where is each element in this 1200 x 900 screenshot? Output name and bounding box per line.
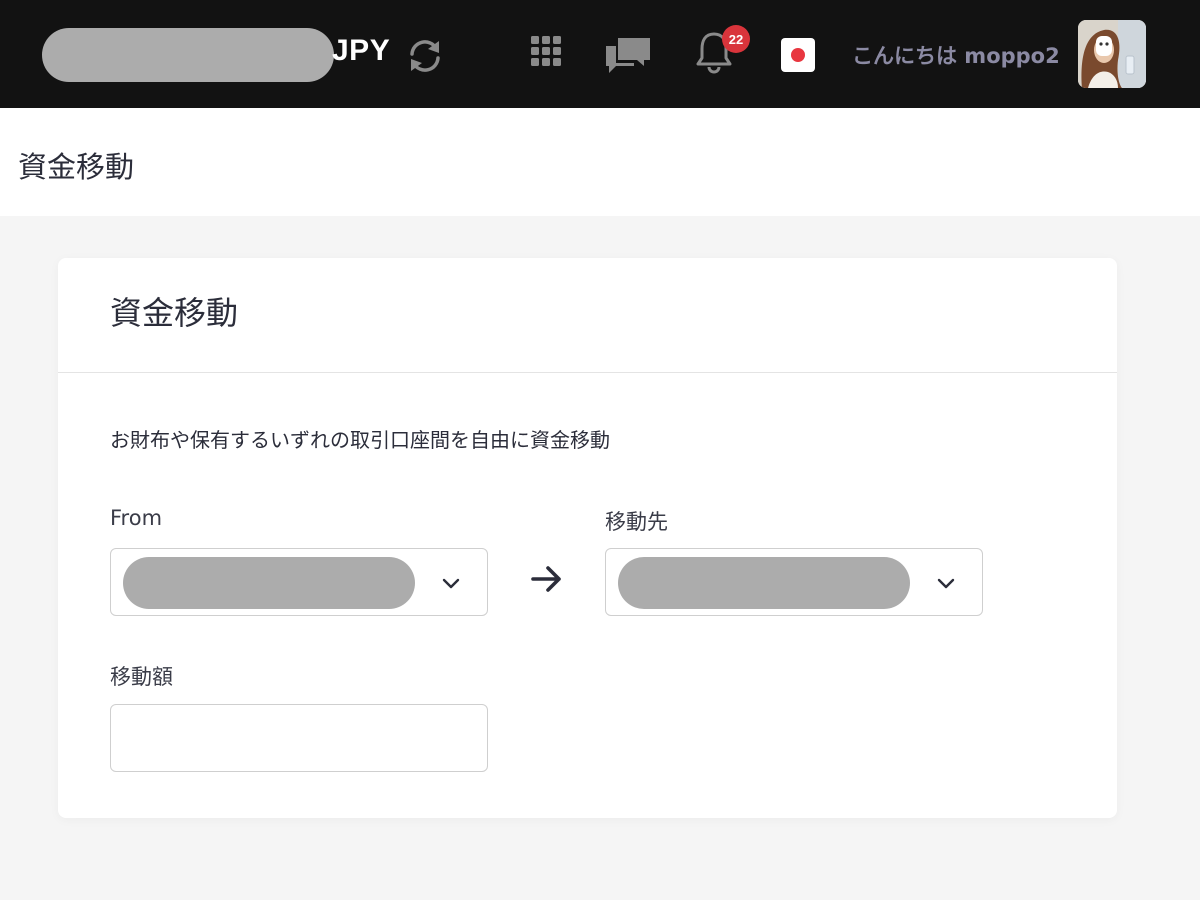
balance-display-redacted <box>42 28 334 82</box>
record-button[interactable] <box>781 38 815 72</box>
from-label: From <box>110 506 163 530</box>
avatar-image <box>1078 20 1146 88</box>
to-label: 移動先 <box>605 510 668 534</box>
user-greeting[interactable]: こんにちは moppo2 <box>852 40 1060 70</box>
card-description: お財布や保有するいずれの取引口座間を自由に資金移動 <box>110 428 610 452</box>
to-account-value-redacted <box>618 557 910 609</box>
amount-input[interactable] <box>110 704 488 772</box>
avatar[interactable] <box>1078 20 1146 88</box>
currency-label: JPY <box>332 34 391 67</box>
page-header: 資金移動 <box>0 108 1200 216</box>
top-navbar: JPY 22 こんにちは moppo2 <box>0 0 1200 108</box>
arrow-right-icon <box>531 566 561 592</box>
page-title: 資金移動 <box>18 150 135 184</box>
apps-grid-icon[interactable] <box>530 35 562 67</box>
record-icon <box>791 48 805 62</box>
to-account-select[interactable] <box>605 548 983 616</box>
chevron-down-icon <box>937 578 955 589</box>
chat-icon[interactable] <box>604 36 652 74</box>
notification-badge: 22 <box>722 25 750 53</box>
card-header: 資金移動 <box>58 258 1117 373</box>
amount-label: 移動額 <box>110 665 173 689</box>
fund-transfer-card: 資金移動 お財布や保有するいずれの取引口座間を自由に資金移動 From 移動先 … <box>58 258 1117 818</box>
refresh-icon[interactable] <box>404 36 446 76</box>
from-account-value-redacted <box>123 557 415 609</box>
from-account-select[interactable] <box>110 548 488 616</box>
chevron-down-icon <box>442 578 460 589</box>
card-title: 資金移動 <box>110 294 239 332</box>
